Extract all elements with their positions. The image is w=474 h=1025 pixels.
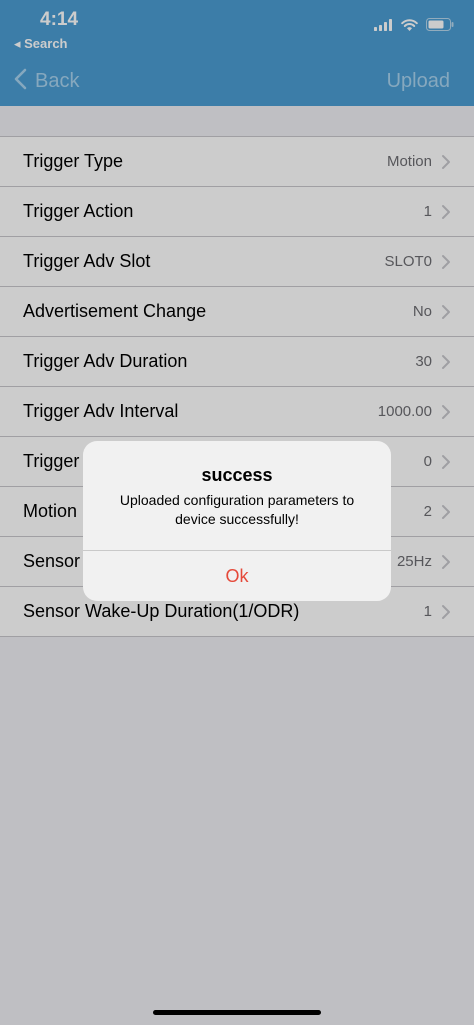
- alert-title: success: [201, 465, 273, 485]
- success-alert-dialog: success Uploaded configuration parameter…: [83, 441, 391, 601]
- alert-ok-button[interactable]: Ok: [83, 551, 391, 601]
- alert-message: Uploaded configuration parameters to dev…: [119, 492, 355, 527]
- home-indicator[interactable]: [153, 1010, 321, 1015]
